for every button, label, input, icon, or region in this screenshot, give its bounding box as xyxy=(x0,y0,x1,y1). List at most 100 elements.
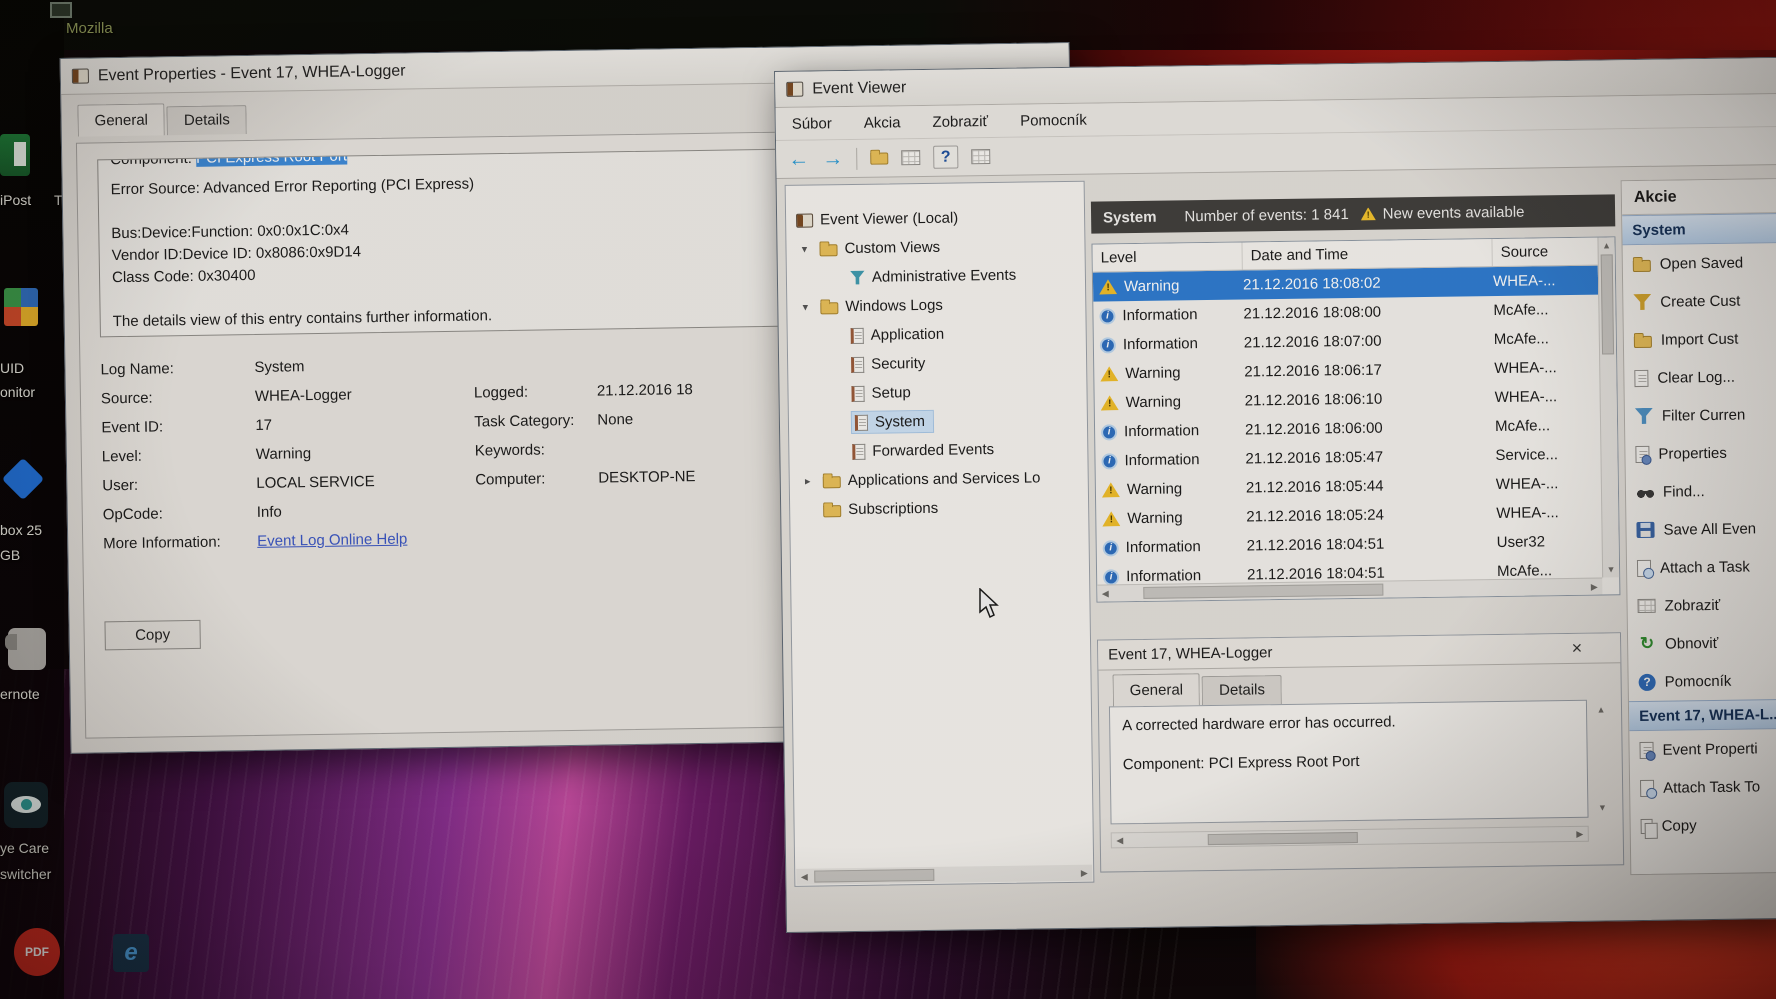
scroll-right-arrow[interactable]: ▶ xyxy=(1572,826,1588,842)
uid-monitor-icon[interactable] xyxy=(4,288,38,326)
menu-file[interactable]: Súbor xyxy=(792,115,832,133)
action-attach-task-to-event[interactable]: Attach Task To xyxy=(1630,766,1776,807)
pdf-icon[interactable]: PDF xyxy=(14,928,60,976)
tree-item-setup[interactable]: Setup xyxy=(788,376,1086,409)
scroll-down-arrow[interactable]: ▼ xyxy=(1603,561,1619,577)
action-view[interactable]: Zobraziť xyxy=(1627,584,1776,625)
column-header-source[interactable]: Source xyxy=(1492,238,1597,266)
source-text: WHEA-... xyxy=(1496,504,1601,522)
action-label: Event Properti xyxy=(1662,740,1757,758)
action-save-all-events[interactable]: Save All Even xyxy=(1626,508,1776,549)
tab-general[interactable]: General xyxy=(77,103,165,136)
help-icon[interactable]: ? xyxy=(933,145,958,168)
tree-item-custom-views[interactable]: ▾ Custom Views xyxy=(786,231,1084,264)
clipped-text-highlight: PCI Express Root Port xyxy=(196,147,347,166)
preview-tab-details[interactable]: Details xyxy=(1202,675,1282,705)
action-event-properties[interactable]: Event Properti xyxy=(1629,728,1776,769)
evernote-icon[interactable] xyxy=(8,628,46,670)
tree-item-system[interactable]: System xyxy=(789,405,1087,438)
preview-tab-general[interactable]: General xyxy=(1112,673,1200,706)
preview-horizontal-scrollbar[interactable]: ◀ ▶ xyxy=(1111,826,1589,849)
tree-item-security[interactable]: Security xyxy=(788,347,1086,380)
action-open-saved-log[interactable]: Open Saved xyxy=(1623,242,1776,283)
scroll-left-arrow[interactable]: ◀ xyxy=(1097,585,1113,601)
filter-icon xyxy=(1635,408,1653,424)
event-log-online-help-link[interactable]: Event Log Online Help xyxy=(257,531,407,550)
tree-item-windows-logs[interactable]: ▾ Windows Logs xyxy=(787,289,1085,322)
action-filter-current-log[interactable]: Filter Curren xyxy=(1625,394,1776,435)
warning-icon: ! xyxy=(1100,366,1118,381)
action-find[interactable]: Find... xyxy=(1626,470,1776,511)
scrollbar-thumb[interactable] xyxy=(1601,254,1614,354)
ipost-icon[interactable] xyxy=(0,134,30,176)
warning-mark: ! xyxy=(1110,514,1114,526)
tree-item-administrative-events[interactable]: Administrative Events xyxy=(787,260,1085,293)
chevron-right-icon[interactable]: ▸ xyxy=(800,475,816,488)
scroll-right-arrow[interactable]: ▶ xyxy=(1586,579,1602,595)
source-text: WHEA-... xyxy=(1496,475,1601,493)
action-attach-task[interactable]: Attach a Task xyxy=(1627,546,1776,587)
table-vertical-scrollbar[interactable]: ▲ ▼ xyxy=(1597,237,1619,577)
scroll-down-arrow[interactable]: ▼ xyxy=(1594,799,1610,815)
dropbox-label-1[interactable]: box 25 xyxy=(0,522,42,538)
scroll-left-arrow[interactable]: ◀ xyxy=(796,869,812,885)
action-import-custom-view[interactable]: Import Cust xyxy=(1624,318,1776,359)
eye-care-icon[interactable] xyxy=(4,782,48,828)
chevron-down-icon[interactable]: ▾ xyxy=(796,243,812,256)
scroll-up-arrow[interactable]: ▲ xyxy=(1598,237,1614,253)
actions-section-system[interactable]: System xyxy=(1622,212,1776,245)
scrollbar-thumb[interactable] xyxy=(1143,584,1383,599)
desktop-mini-icon[interactable] xyxy=(50,2,72,18)
tree-item-subscriptions[interactable]: Subscriptions xyxy=(790,492,1088,525)
information-icon: i xyxy=(1099,308,1115,324)
level-text: Information xyxy=(1126,567,1201,584)
tree-item-event-viewer-local[interactable]: Event Viewer (Local) xyxy=(786,202,1084,235)
console-tree-icon[interactable] xyxy=(870,152,888,164)
menu-help[interactable]: Pomocník xyxy=(1020,111,1087,129)
chevron-down-icon[interactable]: ▾ xyxy=(797,301,813,314)
tab-details[interactable]: Details xyxy=(167,105,247,135)
preview-description-box[interactable]: A corrected hardware error has occurred.… xyxy=(1109,700,1589,825)
eye-care-label-2[interactable]: switcher xyxy=(0,866,51,882)
dropbox-label-2[interactable]: GB xyxy=(0,547,20,563)
scroll-left-arrow[interactable]: ◀ xyxy=(1112,832,1128,848)
forward-icon[interactable]: → xyxy=(822,147,843,171)
action-properties[interactable]: Properties xyxy=(1625,432,1776,473)
copy-button[interactable]: Copy xyxy=(104,620,200,651)
close-icon[interactable]: × xyxy=(1572,638,1583,659)
actions-pane-icon[interactable] xyxy=(971,149,990,164)
tree-item-forwarded-events[interactable]: Forwarded Events xyxy=(789,434,1087,467)
evernote-label[interactable]: ernote xyxy=(0,686,40,702)
actions-section-event[interactable]: Event 17, WHEA-L... xyxy=(1629,698,1776,731)
field-label: Keywords: xyxy=(475,441,545,459)
menu-view[interactable]: Zobraziť xyxy=(932,113,988,131)
show-hide-panes-icon[interactable] xyxy=(901,150,920,165)
column-header-level[interactable]: Level xyxy=(1092,243,1242,272)
preview-line: A corrected hardware error has occurred. xyxy=(1122,711,1574,734)
tree-item-applications-and-services[interactable]: ▸ Applications and Services Lo xyxy=(790,463,1088,496)
ipost-label[interactable]: iPost xyxy=(0,192,31,208)
tree-item-application[interactable]: Application xyxy=(788,318,1086,351)
action-clear-log[interactable]: Clear Log... xyxy=(1624,356,1776,397)
scroll-up-arrow[interactable]: ▲ xyxy=(1593,701,1609,717)
action-refresh[interactable]: ↻ Obnoviť xyxy=(1628,622,1776,663)
level-text: Information xyxy=(1123,335,1198,353)
uid-label-1[interactable]: UID xyxy=(0,360,24,376)
action-label: Filter Curren xyxy=(1662,406,1746,424)
action-create-custom-view[interactable]: Create Cust xyxy=(1623,280,1776,321)
dropbox-icon[interactable] xyxy=(2,458,44,500)
action-help[interactable]: ? Pomocník xyxy=(1628,660,1776,701)
scroll-right-arrow[interactable]: ▶ xyxy=(1076,865,1092,881)
scrollbar-thumb[interactable] xyxy=(814,869,934,883)
column-header-date-time[interactable]: Date and Time xyxy=(1242,239,1492,269)
scrollbar-thumb[interactable] xyxy=(1208,831,1358,844)
tree-horizontal-scrollbar[interactable]: ◀ ▶ xyxy=(796,865,1092,885)
warning-mark: ! xyxy=(1106,282,1110,294)
menu-action[interactable]: Akcia xyxy=(864,114,901,132)
action-copy[interactable]: Copy xyxy=(1630,804,1776,845)
log-icon xyxy=(851,327,864,343)
uid-label-2[interactable]: onitor xyxy=(0,384,35,400)
back-icon[interactable]: ← xyxy=(788,147,809,171)
eye-care-label-1[interactable]: ye Care xyxy=(0,840,49,856)
e-browser-icon[interactable]: e xyxy=(113,934,149,972)
